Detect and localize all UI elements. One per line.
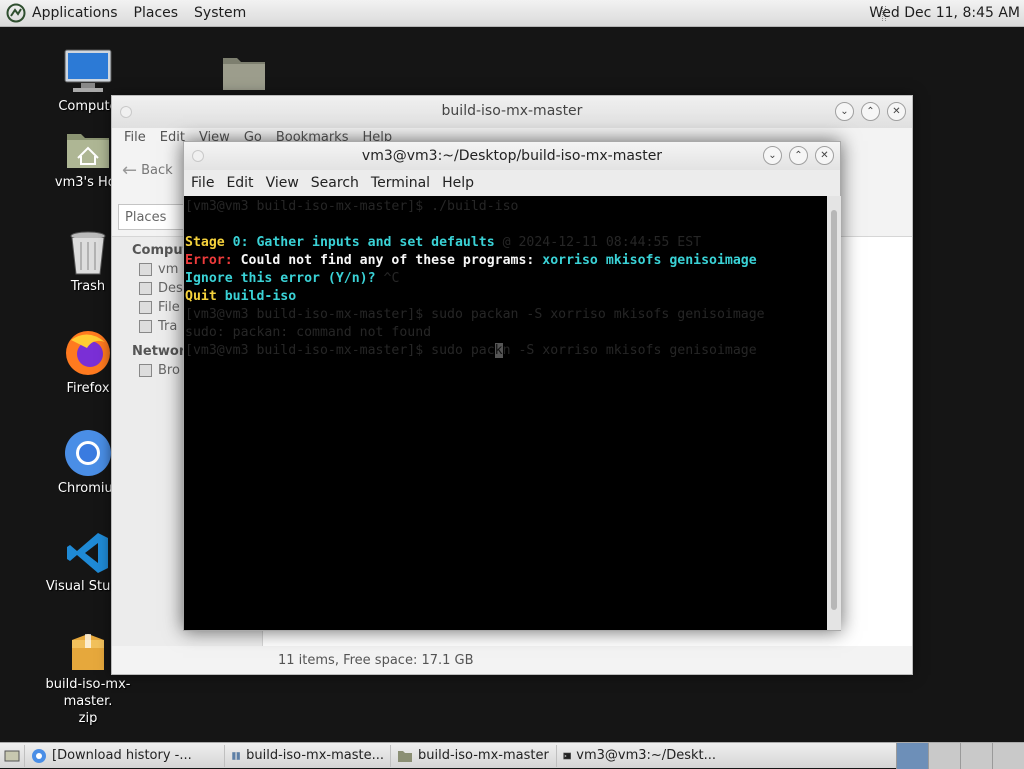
home-icon xyxy=(139,263,152,276)
sidebar-item-label: Bro xyxy=(158,363,180,378)
show-desktop-button[interactable] xyxy=(0,745,24,767)
menu-help[interactable]: Help xyxy=(436,175,480,191)
desktop-icon xyxy=(139,282,152,295)
arrow-left-icon: ← xyxy=(122,159,138,181)
minimize-button[interactable]: ⌄ xyxy=(763,146,782,165)
scrollbar-thumb[interactable] xyxy=(831,210,837,610)
trash-icon xyxy=(139,320,152,333)
back-label: Back xyxy=(141,162,173,178)
archive-manager-icon xyxy=(232,751,240,760)
sidebar-item-label: Des xyxy=(158,281,183,296)
task-label: build-iso-mx-master xyxy=(418,748,549,763)
archive-icon xyxy=(72,634,104,670)
clock[interactable]: Wed Dec 11, 8:45 AM xyxy=(869,0,1020,27)
workspace-2[interactable] xyxy=(928,743,960,769)
sidebar-item-label: File xyxy=(158,300,180,315)
sidebar-item-label: vm xyxy=(158,262,179,277)
chromium-icon xyxy=(32,748,46,763)
system-menu[interactable]: System xyxy=(188,5,252,21)
minimize-button[interactable]: ⌄ xyxy=(835,102,854,121)
computer-icon xyxy=(64,49,112,92)
terminal-icon xyxy=(563,752,572,759)
applications-menu[interactable]: Applications xyxy=(26,5,124,21)
workspace-switcher xyxy=(896,743,1024,769)
folder-icon xyxy=(223,58,265,90)
folder-icon xyxy=(398,750,412,762)
terminal-line: Ignore this error (Y/n)? ^C xyxy=(185,271,400,286)
task-button-file-manager[interactable]: build-iso-mx-master xyxy=(390,744,556,767)
task-label: vm3@vm3:~/Deskt... xyxy=(576,748,716,763)
filesystem-icon xyxy=(139,301,152,314)
status-bar: 11 items, Free space: 17.1 GB xyxy=(278,653,474,668)
terminal-line: [vm3@vm3 build-iso-mx-master]$ sudo pack… xyxy=(185,343,757,358)
task-button-archive[interactable]: build-iso-mx-maste... xyxy=(224,744,390,767)
task-label: [Download history -... xyxy=(52,748,192,763)
terminal-menubar: File Edit View Search Terminal Help xyxy=(184,170,840,196)
terminal-line: Error: Could not find any of these progr… xyxy=(185,253,757,268)
workspace-3[interactable] xyxy=(960,743,992,769)
show-desktop-icon xyxy=(4,750,20,761)
window-title: build-iso-mx-master xyxy=(441,103,583,119)
sidebar-item-label: Tra xyxy=(158,319,178,334)
vscode-icon xyxy=(67,533,108,573)
firefox-icon xyxy=(66,331,110,375)
network-icon xyxy=(139,364,152,377)
mx-logo-icon[interactable] xyxy=(6,3,26,23)
desktop-icon-label: build-iso-mx-master. zip xyxy=(45,677,131,726)
close-button[interactable]: ✕ xyxy=(887,102,906,121)
close-button[interactable]: ✕ xyxy=(815,146,834,165)
workspace-1[interactable] xyxy=(896,743,928,769)
workspace-4[interactable] xyxy=(992,743,1024,769)
terminal-line: Quit build-iso xyxy=(185,289,297,304)
maximize-button[interactable]: ⌃ xyxy=(861,102,880,121)
window-title: vm3@vm3:~/Desktop/build-iso-mx-master xyxy=(361,148,663,164)
menu-terminal[interactable]: Terminal xyxy=(365,175,436,191)
menu-file[interactable]: File xyxy=(185,175,220,191)
terminal-line: [vm3@vm3 build-iso-mx-master]$ sudo pack… xyxy=(185,307,765,322)
menu-edit[interactable]: Edit xyxy=(220,175,259,191)
places-menu[interactable]: Places xyxy=(128,5,185,21)
maximize-button[interactable]: ⌃ xyxy=(789,146,808,165)
menu-search[interactable]: Search xyxy=(305,175,365,191)
back-button[interactable]: ← Back xyxy=(122,160,173,181)
terminal-screen[interactable]: [vm3@vm3 build-iso-mx-master]$ ./build-i… xyxy=(184,196,827,630)
bottom-taskbar: [Download history -... build-iso-mx-mast… xyxy=(0,742,1024,769)
terminal-line: Stage 0: Gather inputs and set defaults … xyxy=(185,235,702,250)
chromium-icon xyxy=(65,430,111,476)
terminal-cursor: k xyxy=(494,343,503,358)
task-button-download-history[interactable]: [Download history -... xyxy=(24,744,224,767)
desktop-icon-folder[interactable] xyxy=(189,52,299,92)
terminal-window[interactable]: vm3@vm3:~/Desktop/build-iso-mx-master ⌄ … xyxy=(183,141,841,631)
menu-file[interactable]: File xyxy=(117,128,153,150)
terminal-line: [vm3@vm3 build-iso-mx-master]$ ./build-i… xyxy=(185,199,519,214)
top-panel: Applications Places System Wed Dec 11, 8… xyxy=(0,0,1024,27)
task-button-terminal[interactable]: vm3@vm3:~/Deskt... xyxy=(556,744,722,767)
window-menu-icon[interactable] xyxy=(192,150,204,162)
file-manager-titlebar[interactable]: build-iso-mx-master ⌄ ⌃ ✕ xyxy=(112,96,912,128)
home-folder-icon xyxy=(67,134,109,168)
trash-icon xyxy=(70,231,106,275)
menu-view[interactable]: View xyxy=(260,175,305,191)
terminal-scrollbar[interactable] xyxy=(827,196,841,630)
window-menu-icon[interactable] xyxy=(120,106,132,118)
terminal-line: sudo: packan: command not found xyxy=(185,325,432,340)
task-label: build-iso-mx-maste... xyxy=(246,748,384,763)
terminal-titlebar[interactable]: vm3@vm3:~/Desktop/build-iso-mx-master ⌄ … xyxy=(184,142,840,170)
